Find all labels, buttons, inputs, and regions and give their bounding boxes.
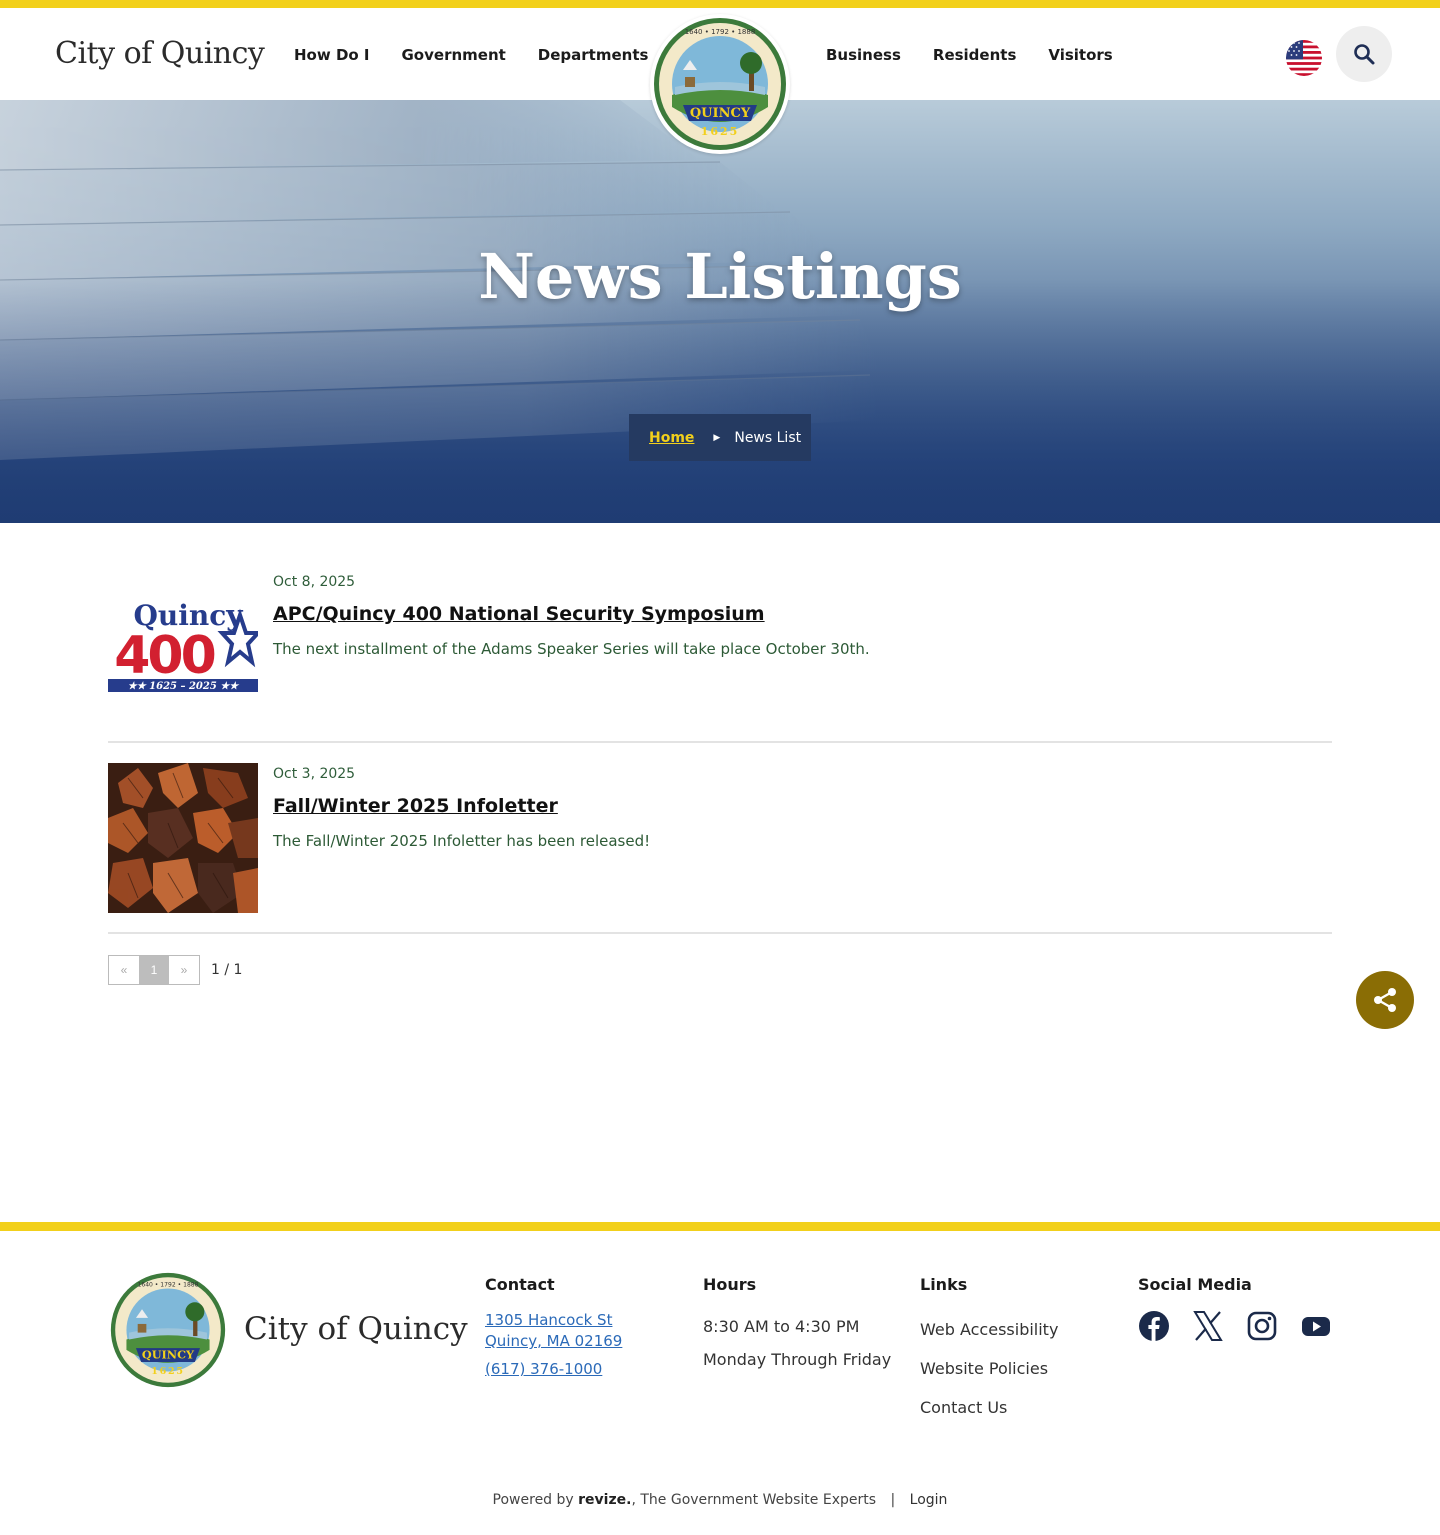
footer-seal-banner: QUINCY [142, 1348, 195, 1362]
page-title: News Listings [478, 240, 962, 313]
footer-hours-time: 8:30 AM to 4:30 PM [703, 1317, 860, 1336]
nav-how-do-i[interactable]: How Do I [278, 46, 386, 64]
seal-top-text: 1640 • 1792 • 1888 [685, 28, 756, 36]
seal-year: 1625 [701, 125, 740, 138]
footer-accent-strip [0, 1222, 1440, 1231]
powered-suffix: , The Government Website Experts [631, 1492, 877, 1508]
footer-links-heading: Links [920, 1275, 968, 1294]
footer-link-website-policies[interactable]: Website Policies [920, 1349, 1058, 1388]
site-brand[interactable]: City of Quincy [55, 36, 265, 71]
news-summary: The next installment of the Adams Speake… [273, 640, 870, 658]
hero-banner: News Listings Home ▶ News List [0, 100, 1440, 523]
news-item: Quincy 400 ★★ 1625 – 2025 ★★ Oct 8, 2025… [108, 560, 1332, 743]
pagination-page-button[interactable]: 1 [139, 956, 169, 984]
nav-business[interactable]: Business [810, 46, 917, 64]
footer-phone-link[interactable]: (617) 376-1000 [485, 1359, 622, 1380]
pagination-controls: « 1 » [108, 955, 200, 985]
footer-link-web-accessibility[interactable]: Web Accessibility [920, 1310, 1058, 1349]
news-title-link[interactable]: Fall/Winter 2025 Infoletter [273, 795, 558, 817]
pagination-next-button[interactable]: » [169, 956, 199, 984]
breadcrumb-home-link[interactable]: Home [649, 430, 694, 446]
youtube-icon[interactable] [1300, 1310, 1332, 1342]
powered-divider: | [890, 1492, 896, 1508]
powered-brand[interactable]: revize. [578, 1492, 631, 1508]
login-link[interactable]: Login [910, 1492, 948, 1508]
nav-government[interactable]: Government [386, 46, 522, 64]
pagination: « 1 » 1 / 1 [108, 955, 242, 985]
language-flag-icon[interactable] [1286, 40, 1322, 76]
seal-banner: QUINCY [690, 106, 751, 121]
share-icon [1374, 988, 1396, 1012]
footer-hours-heading: Hours [703, 1275, 757, 1294]
breadcrumb-current: News List [734, 429, 802, 446]
facebook-icon[interactable] [1138, 1310, 1170, 1342]
news-thumbnail-autumn-leaves[interactable] [108, 763, 258, 913]
share-button[interactable] [1356, 971, 1414, 1029]
nav-departments[interactable]: Departments [522, 46, 665, 64]
search-icon [1354, 44, 1375, 65]
news-thumbnail-quincy400[interactable]: Quincy 400 ★★ 1625 – 2025 ★★ [108, 570, 258, 720]
thumb-number: 400 [114, 626, 214, 686]
footer-hours-days: Monday Through Friday [703, 1350, 892, 1369]
nav-visitors[interactable]: Visitors [1032, 46, 1128, 64]
pagination-prev-button[interactable]: « [109, 956, 139, 984]
x-icon[interactable] [1192, 1310, 1224, 1342]
breadcrumb: Home ▶ News List [629, 414, 811, 461]
nav-residents[interactable]: Residents [917, 46, 1032, 64]
footer-links: Links Web Accessibility Website Policies… [920, 1275, 1058, 1427]
pagination-info: 1 / 1 [211, 962, 243, 978]
footer-hours: Hours 8:30 AM to 4:30 PM Monday Through … [703, 1275, 891, 1376]
footer-brand: City of Quincy [244, 1311, 468, 1347]
news-title-link[interactable]: APC/Quincy 400 National Security Symposi… [273, 603, 765, 625]
main-nav-right: Business Residents Visitors [810, 46, 1129, 64]
city-seal-logo[interactable]: QUINCY 1625 1640 • 1792 • 1888 [650, 14, 790, 154]
footer-link-contact-us[interactable]: Contact Us [920, 1388, 1058, 1427]
footer-contact-heading: Contact [485, 1275, 555, 1294]
thumb-years: ★★ 1625 – 2025 ★★ [128, 681, 240, 692]
main-nav-left: How Do I Government Departments [278, 46, 664, 64]
instagram-icon[interactable] [1246, 1310, 1278, 1342]
powered-prefix: Powered by [492, 1492, 574, 1508]
footer-social-heading: Social Media [1138, 1275, 1252, 1294]
footer-social: Social Media [1138, 1275, 1332, 1342]
footer-address-line2[interactable]: Quincy, MA 02169 [485, 1331, 622, 1352]
footer-contact: Contact 1305 Hancock St Quincy, MA 02169… [485, 1275, 622, 1380]
footer-seal-top-text: 1640 • 1792 • 1888 [138, 1282, 199, 1289]
news-date: Oct 3, 2025 [273, 766, 356, 782]
footer-seal-year: 1625 [151, 1366, 184, 1377]
powered-by-bar: Powered by revize., The Government Websi… [0, 1492, 1440, 1508]
news-summary: The Fall/Winter 2025 Infoletter has been… [273, 832, 651, 850]
breadcrumb-separator-icon: ▶ [713, 432, 721, 443]
top-accent-strip [0, 0, 1440, 8]
search-button[interactable] [1336, 26, 1392, 82]
footer-address-line1[interactable]: 1305 Hancock St [485, 1310, 622, 1331]
footer-seal-logo[interactable]: QUINCY 1625 1640 • 1792 • 1888 [110, 1272, 226, 1388]
news-item: Oct 3, 2025 Fall/Winter 2025 Infoletter … [108, 742, 1332, 934]
news-date: Oct 8, 2025 [273, 574, 356, 590]
